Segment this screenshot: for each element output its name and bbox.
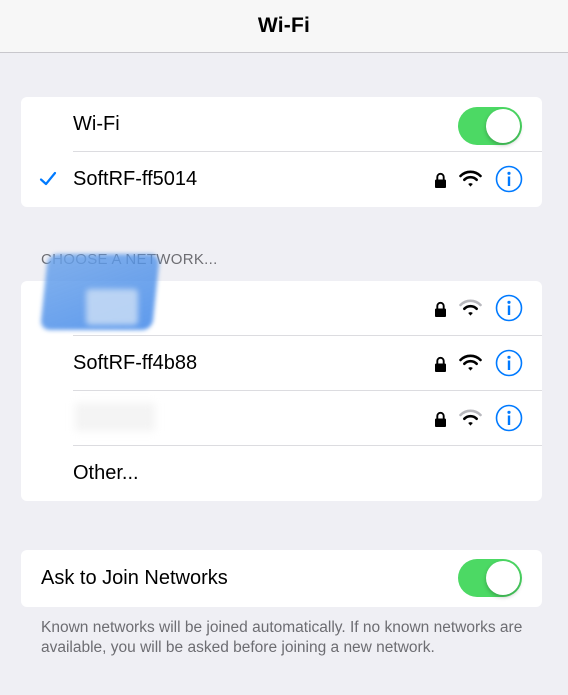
redaction-blur — [75, 403, 155, 431]
toggle-knob — [486, 561, 520, 595]
lock-icon — [435, 301, 446, 317]
wifi-icon — [459, 299, 482, 316]
wifi-icon — [459, 409, 482, 426]
ask-join-label: Ask to Join Networks — [41, 567, 228, 589]
ask-join-toggle-switch[interactable] — [458, 559, 522, 597]
network-name: SoftRF-ff4b88 — [73, 352, 198, 374]
toggle-knob — [486, 109, 520, 143]
ask-join-description: Known networks will be joined automatica… — [41, 619, 523, 656]
info-icon[interactable] — [495, 349, 523, 377]
wifi-toggle-row: Wi-Fi — [21, 97, 542, 152]
navigation-bar: Wi-Fi — [0, 0, 568, 53]
info-icon[interactable] — [495, 404, 523, 432]
wifi-icon — [459, 170, 482, 187]
ask-join-row: Ask to Join Networks — [21, 550, 542, 607]
lock-icon — [435, 172, 446, 188]
checkmark-icon — [39, 171, 57, 186]
wifi-icon — [459, 354, 482, 371]
ask-join-group: Ask to Join Networks — [21, 550, 542, 607]
other-network-row[interactable]: Other... — [21, 446, 542, 501]
connected-network-row[interactable]: SoftRF-ff5014 — [21, 152, 542, 207]
page-title: Wi-Fi — [257, 14, 311, 37]
connected-network-name: SoftRF-ff5014 — [73, 168, 198, 190]
info-icon[interactable] — [495, 294, 523, 322]
wifi-toggle-label: Wi-Fi — [73, 113, 120, 135]
wifi-toggle-switch[interactable] — [458, 107, 522, 145]
lock-icon — [435, 411, 446, 427]
other-network-label: Other... — [73, 462, 139, 484]
info-icon[interactable] — [495, 165, 523, 193]
lock-icon — [435, 356, 446, 372]
wifi-settings-group: Wi-Fi SoftRF-ff5014 — [21, 97, 542, 207]
redaction-blur — [86, 289, 138, 325]
network-row[interactable]: SoftRF-ff4b88 — [21, 336, 542, 391]
